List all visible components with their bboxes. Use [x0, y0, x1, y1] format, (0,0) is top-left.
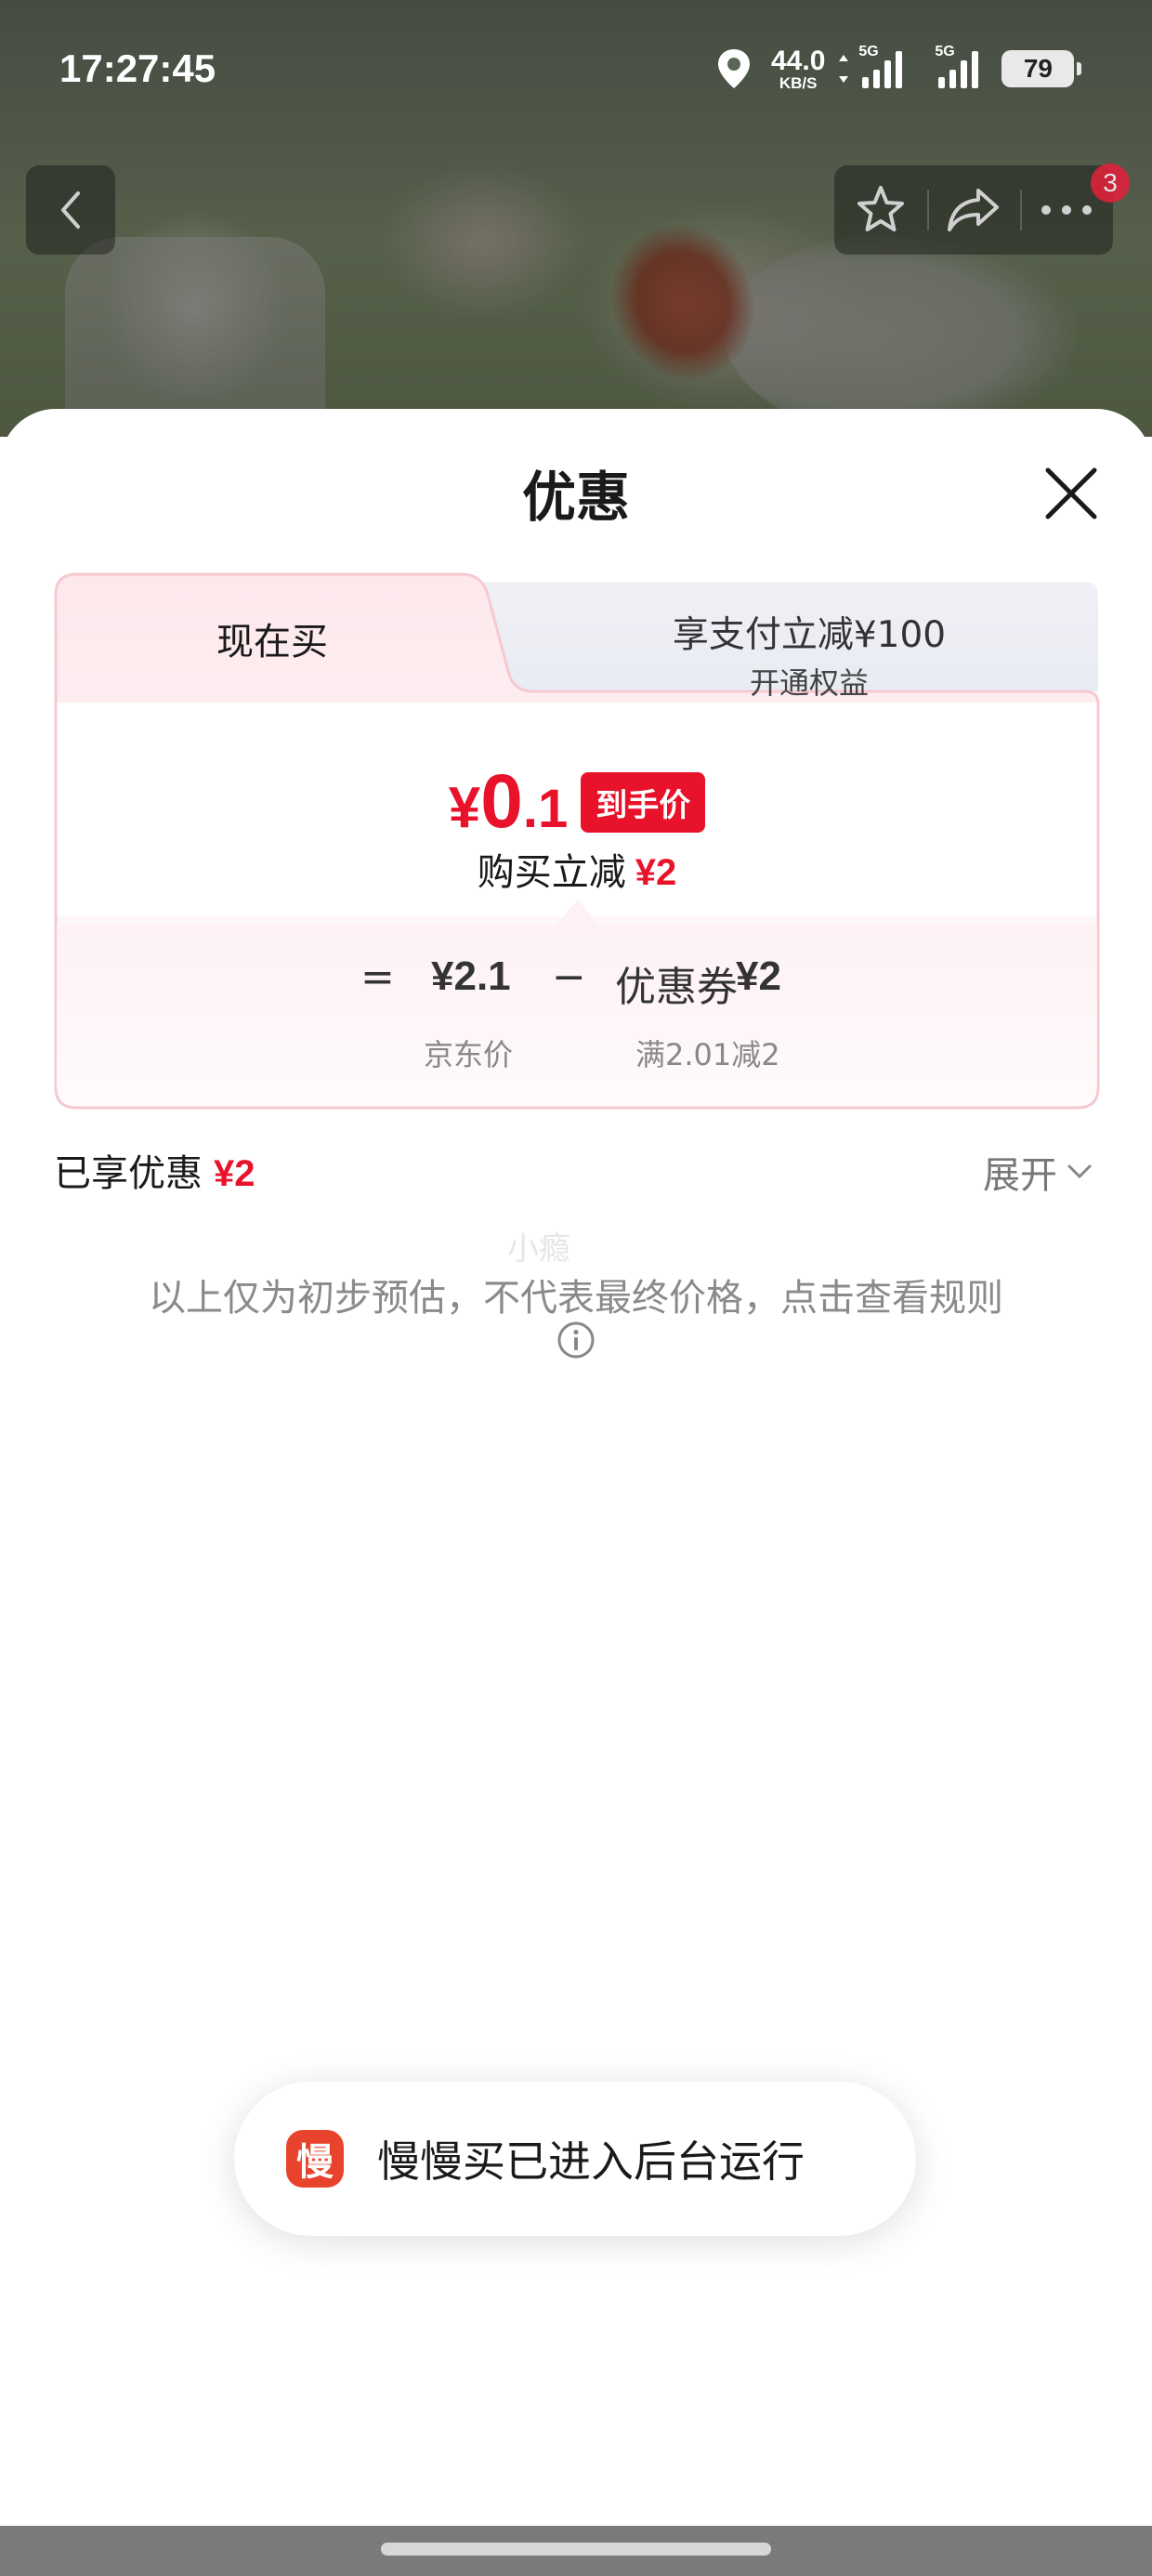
sheet-title: 优惠: [521, 466, 630, 529]
data-arrows-icon: [839, 55, 849, 83]
background-toast: 慢 慢慢买已进入后台运行: [234, 2082, 916, 2236]
close-icon[interactable]: [1039, 461, 1104, 526]
discount-sheet: 优惠 现在买 享支付立减¥100 开通权益 ¥ 0 .1 到手价 购买立减 ¥2…: [0, 409, 1152, 2576]
formula-notch: [556, 900, 600, 926]
location-icon: [718, 49, 750, 88]
back-button[interactable]: [26, 165, 115, 255]
status-icons: 44.0 KB/S 5G 5G 79: [715, 41, 1082, 97]
expand-button[interactable]: 展开: [983, 1145, 1093, 1199]
price-card: 现在买 享支付立减¥100 开通权益 ¥ 0 .1 到手价 购买立减 ¥2 = ¥…: [54, 572, 1100, 1110]
info-icon[interactable]: [556, 1320, 596, 1360]
share-icon: [948, 189, 999, 231]
signal-strength-icon: 5G: [858, 44, 912, 88]
coupon-label: 优惠券: [615, 964, 738, 1011]
signal-strength-icon-2: 5G: [935, 44, 988, 88]
toast-text: 慢慢买已进入后台运行: [377, 2136, 805, 2187]
nav-action-group: [834, 165, 1113, 255]
watermark: 小瘾: [507, 1230, 570, 1268]
notification-badge: 3: [1091, 164, 1130, 203]
chevron-down-icon: [1067, 1164, 1092, 1179]
final-price: ¥ 0 .1: [448, 759, 569, 844]
app-logo-icon: 慢: [286, 2130, 344, 2188]
back-icon: [61, 191, 80, 229]
final-price-row: ¥ 0 .1 到手价: [54, 758, 1100, 846]
photo-glove: [725, 232, 1078, 437]
home-indicator[interactable]: [381, 2543, 771, 2556]
tab-pay-subtitle: 开通权益: [749, 665, 869, 701]
network-speed: 44.0 KB/S: [771, 45, 826, 92]
photo-cup: [65, 237, 325, 437]
favorite-button[interactable]: [834, 165, 927, 255]
final-price-tag: 到手价: [581, 772, 706, 833]
instant-reduce: 购买立减 ¥2: [477, 851, 677, 894]
enjoyed-discount: 已享优惠 ¥2: [54, 1152, 255, 1195]
coupon-amount: ¥2: [736, 953, 781, 999]
disclaimer-link[interactable]: 以上仅为初步预估，不代表最终价格，点击查看规则: [0, 1268, 1152, 1321]
star-icon: [857, 186, 904, 231]
jd-price: ¥2.1: [431, 953, 511, 999]
share-button[interactable]: [927, 165, 1020, 255]
status-time: 17:27:45: [59, 46, 216, 90]
tab-pay-title: 享支付立减¥100: [672, 614, 947, 656]
status-bar: 17:27:45 44.0 KB/S 5G 5G 79: [0, 0, 1152, 139]
tab-pay-discount[interactable]: 享支付立减¥100 开通权益: [518, 606, 1100, 703]
battery-icon: 79: [1001, 50, 1082, 87]
formula-panel: [57, 926, 1097, 1105]
tab-buy-now[interactable]: 现在买: [54, 611, 491, 665]
more-icon: [1041, 205, 1092, 215]
